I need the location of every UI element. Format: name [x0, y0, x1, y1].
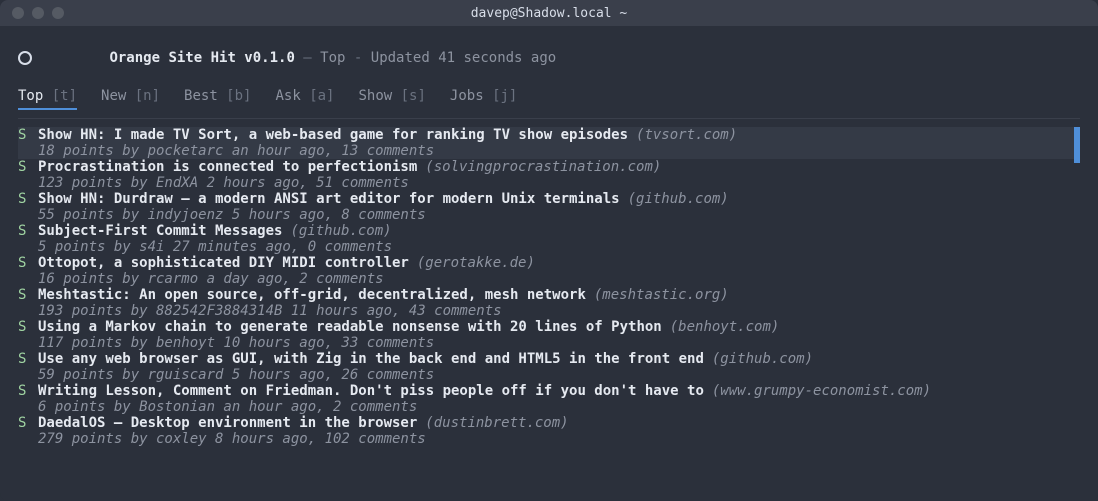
section-label: Top [320, 50, 345, 66]
tab-hotkey: [a] [301, 88, 335, 104]
story-meta: 279 points by coxley 8 hours ago, 102 co… [18, 431, 1080, 447]
story-headline: S Meshtastic: An open source, off-grid, d… [18, 287, 1080, 303]
story-meta: 123 points by EndXA 2 hours ago, 51 comm… [18, 175, 1080, 191]
story-title: Using a Markov chain to generate readabl… [38, 319, 662, 335]
tab-show[interactable]: Show [s] [358, 88, 425, 114]
tab-label: Ask [275, 88, 300, 104]
story-headline: S Show HN: I made TV Sort, a web-based ga… [18, 127, 1080, 143]
story-headline: S Writing Lesson, Comment on Friedman. Do… [18, 383, 1080, 399]
story-title: Procrastination is connected to perfecti… [38, 159, 417, 175]
story-item[interactable]: S Subject-First Commit Messages (github.c… [18, 223, 1080, 255]
story-item[interactable]: S Using a Markov chain to generate readab… [18, 319, 1080, 351]
minimize-icon[interactable] [32, 7, 44, 19]
tab-label: Show [358, 88, 392, 104]
story-meta: 59 points by rguiscard 5 hours ago, 26 c… [18, 367, 1080, 383]
tab-top[interactable]: Top [t] [18, 88, 77, 114]
story-domain: (github.com) [712, 351, 813, 367]
story-meta: 117 points by benhoyt 10 hours ago, 33 c… [18, 335, 1080, 351]
sep-icon: - [345, 50, 370, 66]
logo-icon [18, 51, 32, 65]
story-headline: S Subject-First Commit Messages (github.c… [18, 223, 1080, 239]
story-domain: (github.com) [290, 223, 391, 239]
story-title: DaedalOS – Desktop environment in the br… [38, 415, 417, 431]
tab-label: Best [184, 88, 218, 104]
zoom-icon[interactable] [52, 7, 64, 19]
story-title: Use any web browser as GUI, with Zig in … [38, 351, 704, 367]
story-prefix: S [18, 159, 30, 175]
window-title: davep@Shadow.local ~ [0, 6, 1098, 21]
story-domain: (dustinbrett.com) [425, 415, 568, 431]
tab-label: New [101, 88, 126, 104]
story-list[interactable]: S Show HN: I made TV Sort, a web-based ga… [18, 127, 1080, 501]
close-icon[interactable] [12, 7, 24, 19]
story-prefix: S [18, 383, 30, 399]
story-meta: 6 points by Bostonian an hour ago, 2 com… [18, 399, 1080, 415]
story-title: Show HN: I made TV Sort, a web-based gam… [38, 127, 628, 143]
story-domain: (meshtastic.org) [594, 287, 729, 303]
story-prefix: S [18, 255, 30, 271]
app-header: Orange Site Hit v0.1.0 — Top - Updated 4… [18, 32, 1080, 88]
story-headline: S Use any web browser as GUI, with Zig in… [18, 351, 1080, 367]
story-title: Show HN: Durdraw – a modern ANSI art edi… [38, 191, 620, 207]
story-item[interactable]: S Show HN: Durdraw – a modern ANSI art ed… [18, 191, 1080, 223]
tab-hotkey: [s] [392, 88, 426, 104]
tab-jobs[interactable]: Jobs [j] [450, 88, 517, 114]
tab-hotkey: [b] [218, 88, 252, 104]
terminal-window: davep@Shadow.local ~ Orange Site Hit v0.… [0, 0, 1098, 501]
story-prefix: S [18, 319, 30, 335]
story-item[interactable]: S Meshtastic: An open source, off-grid, d… [18, 287, 1080, 319]
tab-label: Top [18, 88, 43, 104]
sep-icon: — [295, 50, 320, 66]
tab-label: Jobs [450, 88, 484, 104]
story-item[interactable]: S Writing Lesson, Comment on Friedman. Do… [18, 383, 1080, 415]
story-title: Writing Lesson, Comment on Friedman. Don… [38, 383, 704, 399]
story-prefix: S [18, 223, 30, 239]
story-prefix: S [18, 127, 30, 143]
story-headline: S DaedalOS – Desktop environment in the b… [18, 415, 1080, 431]
story-headline: S Show HN: Durdraw – a modern ANSI art ed… [18, 191, 1080, 207]
story-domain: (solvingprocrastination.com) [425, 159, 661, 175]
story-item[interactable]: S Use any web browser as GUI, with Zig in… [18, 351, 1080, 383]
story-headline: S Procrastination is connected to perfect… [18, 159, 1080, 175]
titlebar: davep@Shadow.local ~ [0, 0, 1098, 26]
story-item[interactable]: S DaedalOS – Desktop environment in the b… [18, 415, 1080, 447]
tab-hotkey: [j] [484, 88, 518, 104]
story-title: Subject-First Commit Messages [38, 223, 282, 239]
story-prefix: S [18, 287, 30, 303]
app-content: Orange Site Hit v0.1.0 — Top - Updated 4… [0, 26, 1098, 501]
story-prefix: S [18, 191, 30, 207]
story-item[interactable]: S Show HN: I made TV Sort, a web-based ga… [18, 127, 1080, 159]
story-title: Meshtastic: An open source, off-grid, de… [38, 287, 586, 303]
story-domain: (github.com) [628, 191, 729, 207]
tab-hotkey: [n] [126, 88, 160, 104]
story-meta: 193 points by 882542F3884314B 11 hours a… [18, 303, 1080, 319]
story-meta: 5 points by s4i 27 minutes ago, 0 commen… [18, 239, 1080, 255]
tabs: Top [t] New [n] Best [b] Ask [a] Show [s] Job… [18, 88, 1080, 119]
story-headline: S Using a Markov chain to generate readab… [18, 319, 1080, 335]
app-title-row: Orange Site Hit v0.1.0 — Top - Updated 4… [42, 34, 556, 82]
story-meta: 18 points by pocketarc an hour ago, 13 c… [18, 143, 1080, 159]
tab-new[interactable]: New [n] [101, 88, 160, 114]
tab-ask[interactable]: Ask [a] [275, 88, 334, 114]
story-prefix: S [18, 351, 30, 367]
scrollbar-thumb[interactable] [1074, 127, 1080, 163]
story-domain: (www.grumpy-economist.com) [712, 383, 931, 399]
story-prefix: S [18, 415, 30, 431]
story-meta: 16 points by rcarmo a day ago, 2 comment… [18, 271, 1080, 287]
story-item[interactable]: S Procrastination is connected to perfect… [18, 159, 1080, 191]
tab-hotkey: [t] [43, 88, 77, 104]
story-domain: (gerotakke.de) [417, 255, 535, 271]
story-meta: 55 points by indyjoenz 5 hours ago, 8 co… [18, 207, 1080, 223]
traffic-lights [0, 7, 64, 19]
story-domain: (tvsort.com) [636, 127, 737, 143]
updated-label: Updated 41 seconds ago [371, 50, 556, 66]
story-domain: (benhoyt.com) [670, 319, 780, 335]
story-title: Ottopot, a sophisticated DIY MIDI contro… [38, 255, 409, 271]
app-title: Orange Site Hit v0.1.0 [109, 50, 294, 66]
story-headline: S Ottopot, a sophisticated DIY MIDI contr… [18, 255, 1080, 271]
story-item[interactable]: S Ottopot, a sophisticated DIY MIDI contr… [18, 255, 1080, 287]
tab-best[interactable]: Best [b] [184, 88, 251, 114]
